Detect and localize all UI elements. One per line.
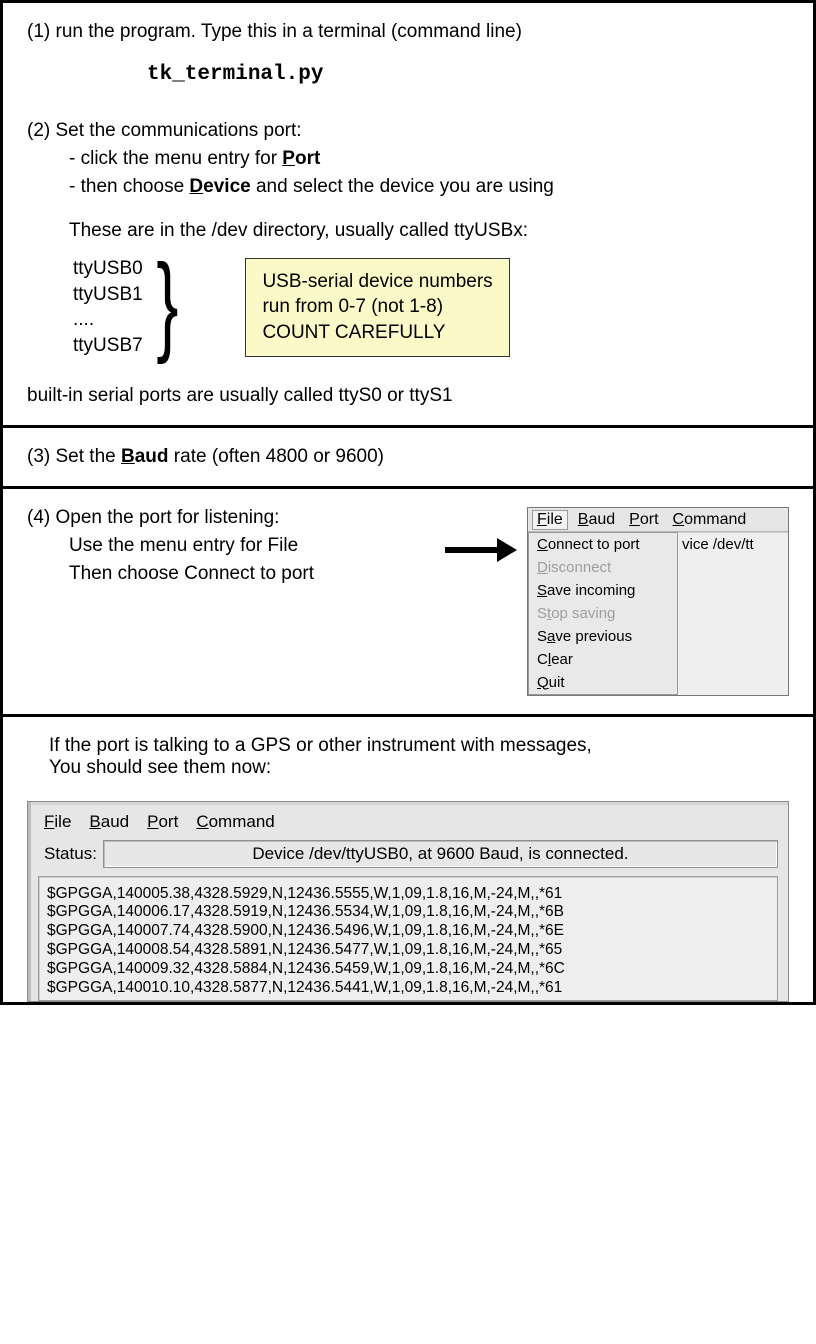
big-menubar: File Baud Port Command xyxy=(28,802,788,838)
step1-command: tk_terminal.py xyxy=(147,63,323,86)
dropdown-item: Stop saving xyxy=(529,602,677,625)
menu-command[interactable]: Command xyxy=(196,812,274,832)
t: aud xyxy=(135,446,169,467)
menu-file[interactable]: File xyxy=(532,510,568,530)
tty-row: ttyUSB0 ttyUSB1 .... ttyUSB7 } USB-seria… xyxy=(27,256,789,359)
t: - then choose xyxy=(69,176,189,197)
t: P xyxy=(282,148,295,169)
dropdown-item: Disconnect xyxy=(529,556,677,579)
callout-line: USB-serial device numbers xyxy=(262,269,492,295)
t: evice xyxy=(203,176,251,197)
callout-box: USB-serial device numbers run from 0-7 (… xyxy=(245,258,509,357)
menu-port[interactable]: Port xyxy=(629,511,658,529)
step2-bullet1: - click the menu entry for Port xyxy=(27,148,789,170)
menu-command[interactable]: Command xyxy=(673,511,747,529)
t: rate (often 4800 or 9600) xyxy=(169,446,384,467)
mini-menu-screenshot: File Baud Port Command Connect to portDi… xyxy=(527,507,789,696)
t: D xyxy=(189,176,203,197)
section-step-3: (3) Set the Baud rate (often 4800 or 960… xyxy=(3,428,813,489)
t: (3) Set the xyxy=(27,446,121,467)
status-field: Device /dev/ttyUSB0, at 9600 Baud, is co… xyxy=(103,840,778,868)
tty-item: ttyUSB1 xyxy=(73,282,143,308)
step2-bullet2: - then choose Device and select the devi… xyxy=(27,176,789,198)
section-step-1-2: (1) run the program. Type this in a term… xyxy=(3,3,813,428)
t: - click the menu entry for xyxy=(69,148,282,169)
arrow-icon xyxy=(445,543,517,557)
step4-line1: (4) Open the port for listening: xyxy=(27,507,435,529)
menu-port[interactable]: Port xyxy=(147,812,178,832)
dropdown-item[interactable]: Save incoming xyxy=(529,579,677,602)
step2-below-note: built-in serial ports are usually called… xyxy=(27,385,789,407)
menu-file[interactable]: File xyxy=(44,812,71,832)
step5-line1: If the port is talking to a GPS or other… xyxy=(49,735,789,757)
menu-baud[interactable]: Baud xyxy=(89,812,129,832)
curly-brace-icon: } xyxy=(156,254,178,353)
file-dropdown: Connect to portDisconnectSave incomingSt… xyxy=(528,532,678,695)
t: B xyxy=(121,446,135,467)
document-page: (1) run the program. Type this in a term… xyxy=(0,0,816,1005)
section-step-4: (4) Open the port for listening: Use the… xyxy=(3,489,813,717)
step2-subtext: These are in the /dev directory, usually… xyxy=(27,220,789,242)
mini-menubar: File Baud Port Command xyxy=(528,508,788,532)
callout-line: COUNT CAREFULLY xyxy=(262,320,492,346)
step4-line3: Then choose Connect to port xyxy=(27,563,435,585)
dropdown-item[interactable]: Clear xyxy=(529,648,677,671)
step5-line2: You should see them now: xyxy=(49,757,789,779)
t: ort xyxy=(295,148,320,169)
t: and select the device you are using xyxy=(251,176,554,197)
callout-line: run from 0-7 (not 1-8) xyxy=(262,294,492,320)
step4-line2: Use the menu entry for File xyxy=(27,535,435,557)
tty-item: .... xyxy=(73,307,143,333)
tty-list: ttyUSB0 ttyUSB1 .... ttyUSB7 xyxy=(73,256,143,359)
tty-item: ttyUSB7 xyxy=(73,333,143,359)
step1-text: (1) run the program. Type this in a term… xyxy=(27,21,789,43)
status-label: Status: xyxy=(44,844,97,864)
terminal-output: $GPGGA,140005.38,4328.5929,N,12436.5555,… xyxy=(38,876,778,1001)
section-step-5: If the port is talking to a GPS or other… xyxy=(3,717,813,1002)
dropdown-item[interactable]: Connect to port xyxy=(529,533,677,556)
status-fragment: vice /dev/tt xyxy=(678,532,788,695)
dropdown-item[interactable]: Quit xyxy=(529,671,677,694)
terminal-screenshot: File Baud Port Command Status: Device /d… xyxy=(27,801,789,1002)
dropdown-item[interactable]: Save previous xyxy=(529,625,677,648)
tty-item: ttyUSB0 xyxy=(73,256,143,282)
step2-heading: (2) Set the communications port: xyxy=(27,120,789,142)
menu-baud[interactable]: Baud xyxy=(578,511,615,529)
